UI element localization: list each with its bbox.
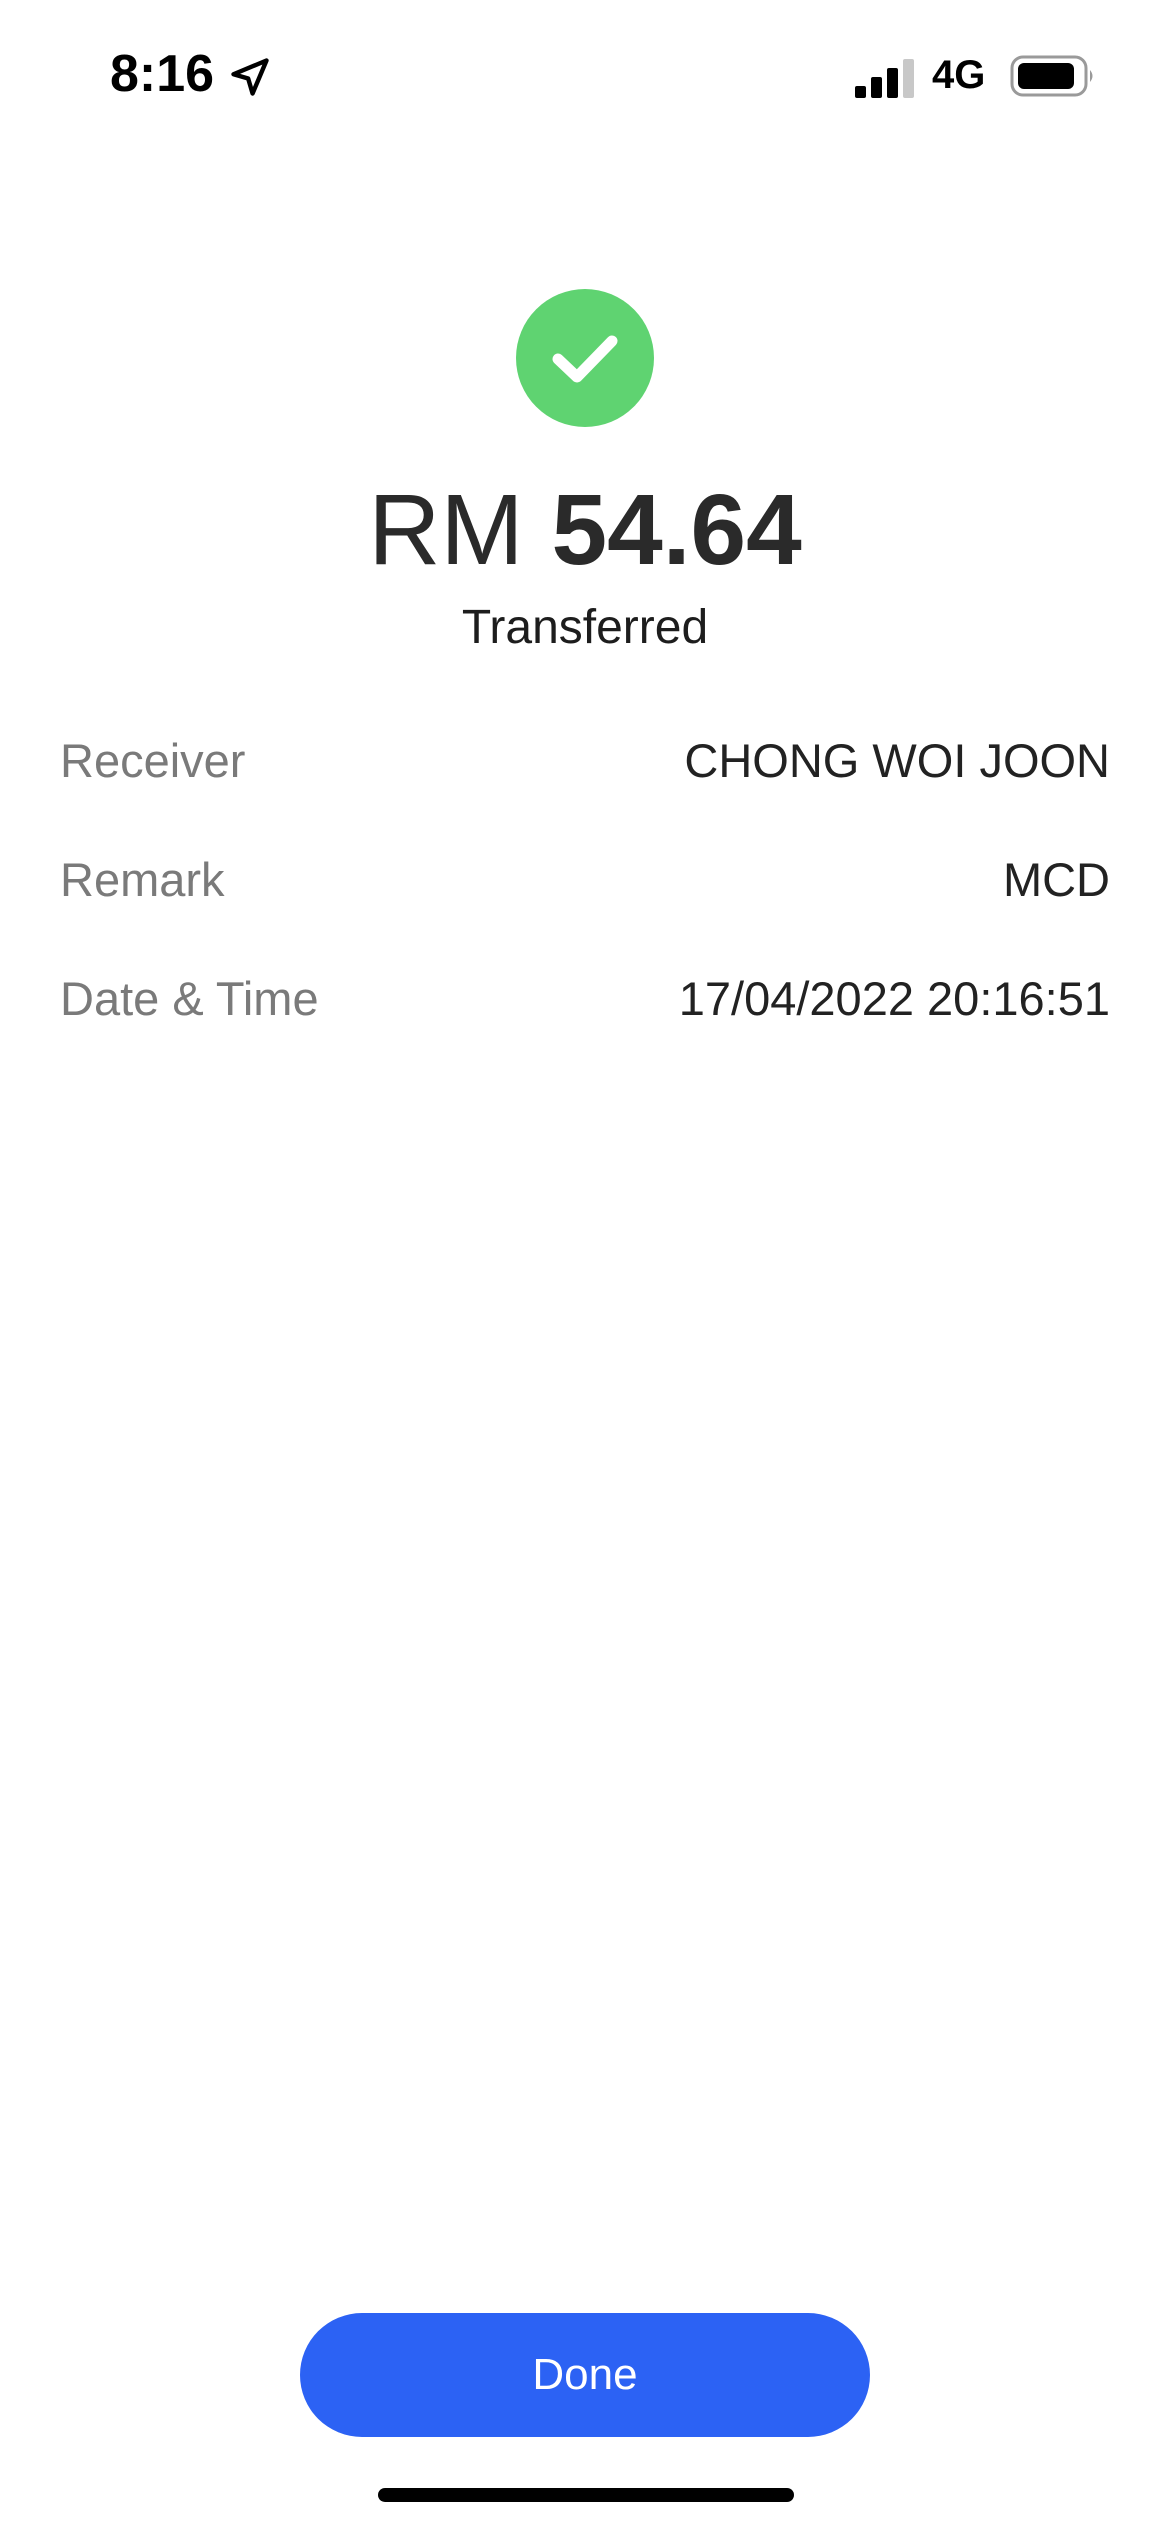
detail-label: Date & Time: [60, 972, 319, 1025]
transfer-amount: RM 54.64: [0, 470, 1170, 590]
battery-icon: [1010, 55, 1096, 97]
home-indicator[interactable]: [378, 2488, 794, 2502]
detail-row-receiver: Receiver CHONG WOI JOON: [60, 733, 1110, 852]
detail-value: MCD: [1002, 853, 1110, 906]
status-time: 8:16: [110, 45, 215, 103]
detail-row-date-time: Date & Time 17/04/2022 20:16:51: [60, 971, 1110, 1090]
location-arrow-icon: [228, 55, 272, 99]
done-button[interactable]: Done: [300, 2313, 870, 2437]
detail-value: 17/04/2022 20:16:51: [678, 972, 1110, 1025]
amount-value: 54.64: [551, 474, 802, 586]
network-type: 4G: [932, 53, 986, 97]
detail-label: Remark: [60, 853, 225, 906]
signal-bars-icon: [855, 58, 917, 98]
status-bar: 8:16 4G: [0, 0, 1170, 150]
detail-row-remark: Remark MCD: [60, 852, 1110, 971]
detail-value: CHONG WOI JOON: [684, 734, 1110, 787]
detail-label: Receiver: [60, 734, 246, 787]
transfer-details: Receiver CHONG WOI JOON Remark MCD Date …: [60, 733, 1110, 1090]
check-circle-icon: [516, 289, 654, 427]
currency-label: RM: [368, 474, 524, 586]
transfer-status: Transferred: [461, 601, 709, 654]
